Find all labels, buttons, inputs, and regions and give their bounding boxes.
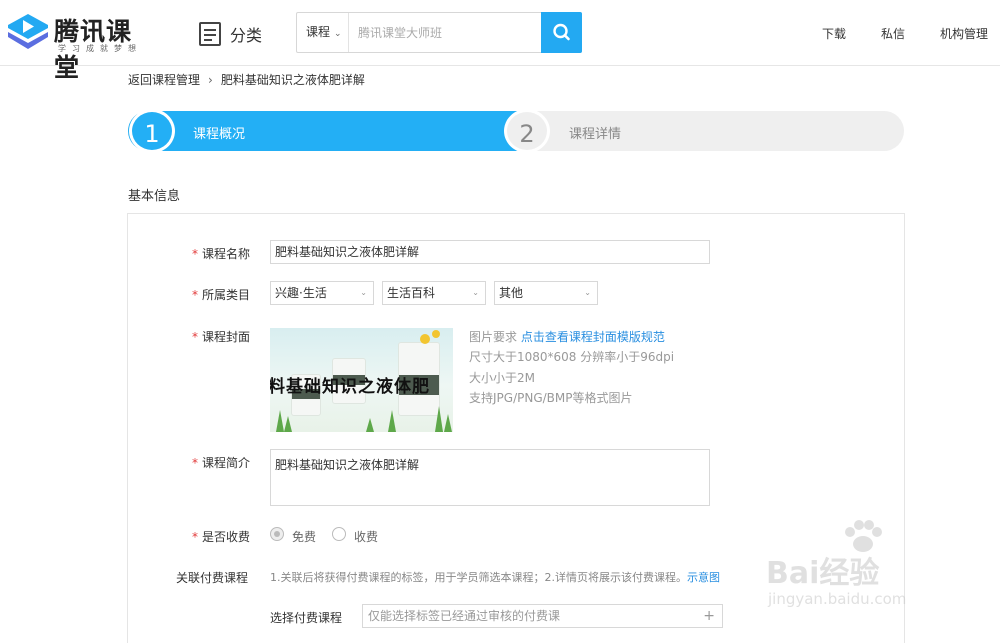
cover-image[interactable]: 料基础知识之液体肥 xyxy=(270,328,453,432)
course-name-label: * 课程名称 xyxy=(192,247,251,261)
step-1-circle: 1 xyxy=(129,109,175,153)
category-label: 分类 xyxy=(230,26,263,45)
required-mark: * xyxy=(192,456,198,470)
required-mark: * xyxy=(192,247,198,261)
breadcrumb-back-link[interactable]: 返回课程管理 xyxy=(128,73,200,87)
breadcrumb-current: 肥料基础知识之液体肥详解 xyxy=(220,73,365,87)
category-select-2[interactable]: 生活百科 ⌄ xyxy=(382,281,486,305)
search-type-select[interactable]: 课程 ⌄ xyxy=(297,13,349,52)
baidu-jingyan-watermark: Bai经验 jingyan.baidu.com xyxy=(766,520,986,620)
breadcrumb: 返回课程管理 › 肥料基础知识之液体肥详解 xyxy=(128,71,365,88)
category-list-icon xyxy=(199,22,221,46)
logo[interactable]: 腾讯课堂 学习成就梦想 xyxy=(6,12,156,82)
cover-requirement-filesize: 大小小于2M xyxy=(469,371,535,385)
chevron-down-icon: ⌄ xyxy=(360,288,367,297)
paid-label: * 是否收费 xyxy=(192,530,251,544)
nav-download[interactable]: 下载 xyxy=(822,25,846,42)
search-bar: 课程 ⌄ xyxy=(296,12,582,53)
step-progress: 1 课程概况 2 课程详情 xyxy=(128,109,904,153)
section-title: 基本信息 xyxy=(128,189,181,204)
paid-radio-label: 收费 xyxy=(354,530,379,544)
related-course-note: 1.关联后将获得付费课程的标签，用于学员筛选本课程；2.详情页将展示该付费课程。… xyxy=(270,571,720,584)
plus-icon: + xyxy=(703,608,715,624)
related-course-label: 关联付费课程 xyxy=(176,571,249,585)
free-radio-label: 免费 xyxy=(292,530,317,544)
search-type-label: 课程 xyxy=(306,25,331,39)
search-icon xyxy=(553,23,570,41)
category-menu[interactable]: 分类 xyxy=(199,20,262,48)
example-link[interactable]: 示意图 xyxy=(687,571,720,584)
intro-label: * 课程简介 xyxy=(192,456,251,470)
step-2-circle: 2 xyxy=(504,109,550,153)
category-select-1[interactable]: 兴趣·生活 ⌄ xyxy=(270,281,374,305)
cover-requirements-title: 图片要求 点击查看课程封面模版规范 xyxy=(469,330,665,344)
search-button[interactable] xyxy=(541,12,582,53)
course-name-input[interactable]: 肥料基础知识之液体肥详解 xyxy=(270,240,710,264)
required-mark: * xyxy=(192,288,198,302)
pick-course-select[interactable]: 仅能选择标签已经通过审核的付费课 + xyxy=(362,604,723,628)
watermark-text: Bai经验 xyxy=(766,556,880,591)
free-radio[interactable] xyxy=(270,527,284,541)
nav-org-admin[interactable]: 机构管理 xyxy=(940,25,988,42)
intro-textarea[interactable]: 肥料基础知识之液体肥详解 xyxy=(270,449,710,506)
step-1-label[interactable]: 课程概况 xyxy=(193,123,245,142)
cover-image-text: 料基础知识之液体肥 xyxy=(270,377,430,397)
search-input[interactable] xyxy=(350,13,541,52)
chevron-down-icon: ⌄ xyxy=(334,29,342,39)
nav-messages[interactable]: 私信 xyxy=(881,25,905,42)
logo-slogan: 学习成就梦想 xyxy=(58,44,142,53)
cover-template-link[interactable]: 点击查看课程封面模版规范 xyxy=(521,330,665,344)
required-mark: * xyxy=(192,530,198,544)
step-2-label[interactable]: 课程详情 xyxy=(569,123,621,142)
category-select-3[interactable]: 其他 ⌄ xyxy=(494,281,598,305)
top-header: 腾讯课堂 学习成就梦想 分类 课程⌄ 下载 私信 机构管理 xyxy=(0,0,1000,82)
pick-course-label: 选择付费课程 xyxy=(270,611,343,625)
cover-label: * 课程封面 xyxy=(192,330,251,344)
paid-radio[interactable] xyxy=(332,527,346,541)
logo-icon xyxy=(8,14,48,49)
category-field-label: * 所属类目 xyxy=(192,288,251,302)
cover-requirement-size: 尺寸大于1080*608 分辨率小于96dpi xyxy=(469,350,675,364)
chevron-down-icon: ⌄ xyxy=(584,288,591,297)
required-mark: * xyxy=(192,330,198,344)
cover-requirement-format: 支持JPG/PNG/BMP等格式图片 xyxy=(469,391,633,405)
step-progress-active xyxy=(128,111,528,151)
chevron-down-icon: ⌄ xyxy=(472,288,479,297)
chevron-right-icon: › xyxy=(208,73,213,87)
watermark-url: jingyan.baidu.com xyxy=(768,590,907,608)
